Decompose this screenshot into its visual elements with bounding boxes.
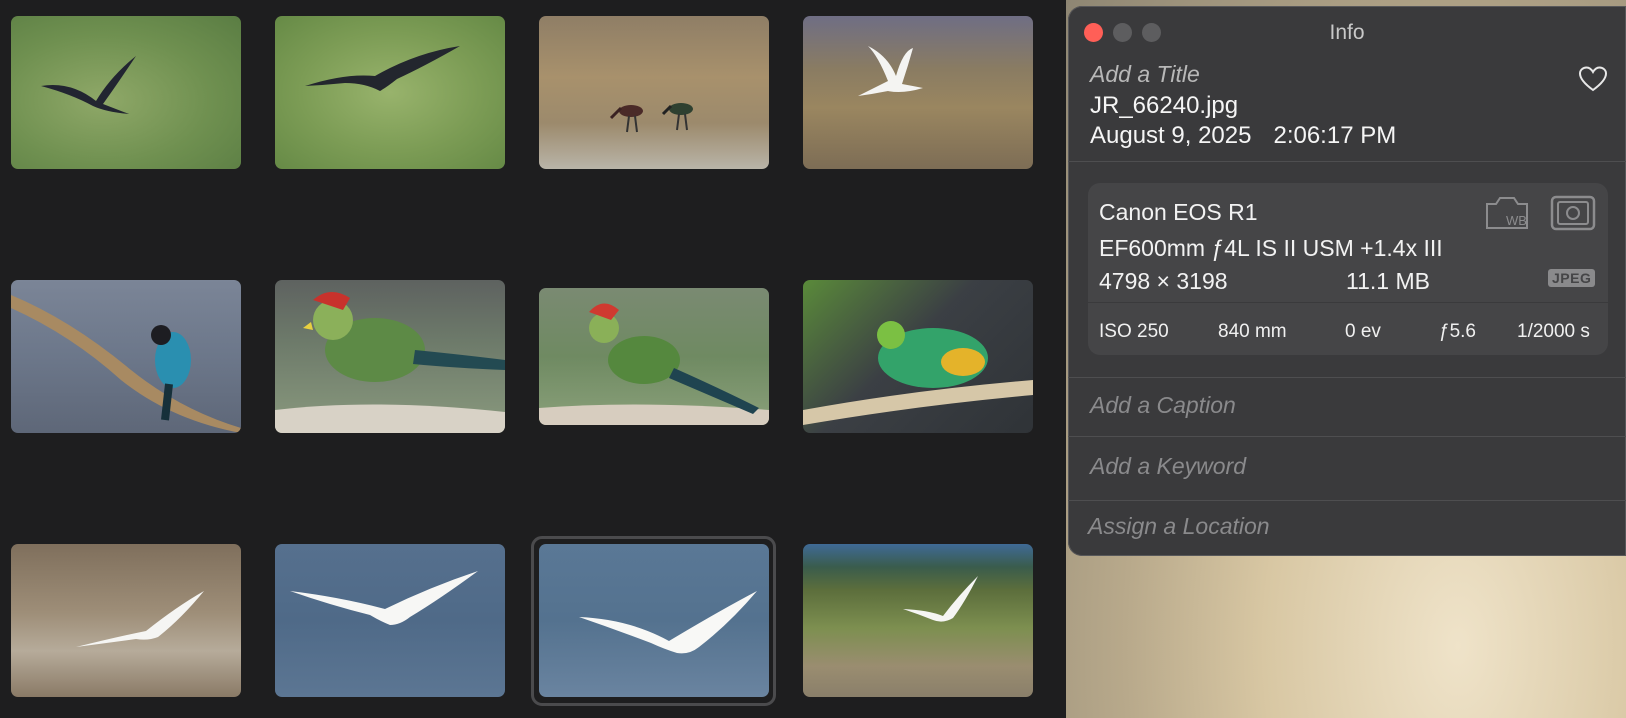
photo-thumbnail-ibis-flying-2[interactable] bbox=[275, 16, 505, 169]
exif-aperture: ƒ5.6 bbox=[1439, 321, 1476, 342]
metering-icon bbox=[1550, 195, 1596, 231]
file-name: JR_66240.jpg bbox=[1090, 92, 1239, 119]
capture-time: 2:06:17 PM bbox=[1273, 122, 1397, 149]
divider bbox=[1068, 161, 1626, 162]
bird-silhouette bbox=[609, 103, 693, 133]
selection-highlight bbox=[531, 536, 776, 706]
photo-thumbnail-turaco-1[interactable] bbox=[275, 280, 505, 433]
exif-iso: ISO 250 bbox=[1099, 321, 1169, 342]
title-field[interactable]: Add a Title bbox=[1090, 61, 1200, 88]
camera-metadata-card: Canon EOS R1 EF600mm ƒ4L IS II USM +1.4x… bbox=[1088, 183, 1608, 355]
bird-silhouette bbox=[290, 571, 478, 625]
exif-focal-length: 840 mm bbox=[1218, 321, 1287, 342]
keyword-field[interactable]: Add a Keyword bbox=[1090, 453, 1246, 480]
file-size: 11.1 MB bbox=[1346, 268, 1430, 294]
photo-thumbnail-ibis-flying-1[interactable] bbox=[11, 16, 241, 169]
photo-thumbnail-egret-flying-2[interactable] bbox=[275, 544, 505, 697]
photo-thumbnail-fruit-dove[interactable] bbox=[803, 280, 1033, 433]
capture-date: August 9, 2025 bbox=[1090, 122, 1252, 149]
capture-date-time: August 9, 2025 2:06:17 PM bbox=[1090, 122, 1396, 150]
exif-shutter-speed: 1/2000 s bbox=[1517, 321, 1590, 342]
turaco-bird bbox=[275, 291, 505, 433]
bird-silhouette bbox=[903, 576, 978, 622]
card-divider bbox=[1088, 302, 1608, 303]
heart-icon[interactable] bbox=[1578, 64, 1608, 94]
bird-silhouette bbox=[305, 46, 460, 91]
panel-title: Info bbox=[1329, 21, 1365, 44]
bird-silhouette bbox=[76, 591, 204, 647]
photo-thumbnail-blue-bird-branch[interactable] bbox=[11, 280, 241, 433]
photo-thumbnail-egret-flying-1[interactable] bbox=[11, 544, 241, 697]
info-panel: Info Add a Title JR_66240.jpg August 9, … bbox=[1068, 6, 1626, 556]
location-field[interactable]: Assign a Location bbox=[1088, 513, 1270, 540]
photo-thumbnail-egret-landing[interactable] bbox=[803, 16, 1033, 169]
file-format-badge: JPEG bbox=[1548, 269, 1596, 287]
bird-silhouette bbox=[41, 56, 136, 114]
white-balance-icon: WB bbox=[1486, 197, 1528, 229]
photo-thumbnail-turaco-2[interactable] bbox=[539, 288, 769, 425]
photo-grid bbox=[0, 0, 1066, 718]
exif-exposure-bias: 0 ev bbox=[1345, 321, 1381, 342]
photo-thumbnail-egret-flying-3[interactable] bbox=[803, 544, 1033, 697]
caption-field[interactable]: Add a Caption bbox=[1090, 392, 1236, 419]
bird-silhouette bbox=[858, 46, 923, 96]
fruit-dove-bird bbox=[803, 321, 1033, 425]
camera-model: Canon EOS R1 bbox=[1099, 199, 1258, 225]
svg-text:WB: WB bbox=[1506, 213, 1527, 228]
divider bbox=[1068, 436, 1626, 437]
photo-thumbnail-ibises-wading[interactable] bbox=[539, 16, 769, 169]
divider bbox=[1068, 377, 1626, 378]
branch-and-bird bbox=[11, 295, 241, 433]
divider bbox=[1068, 500, 1626, 501]
image-dimensions: 4798 × 3198 bbox=[1099, 268, 1228, 294]
turaco-bird bbox=[539, 303, 769, 425]
lens-model: EF600mm ƒ4L IS II USM +1.4x III bbox=[1099, 235, 1443, 261]
